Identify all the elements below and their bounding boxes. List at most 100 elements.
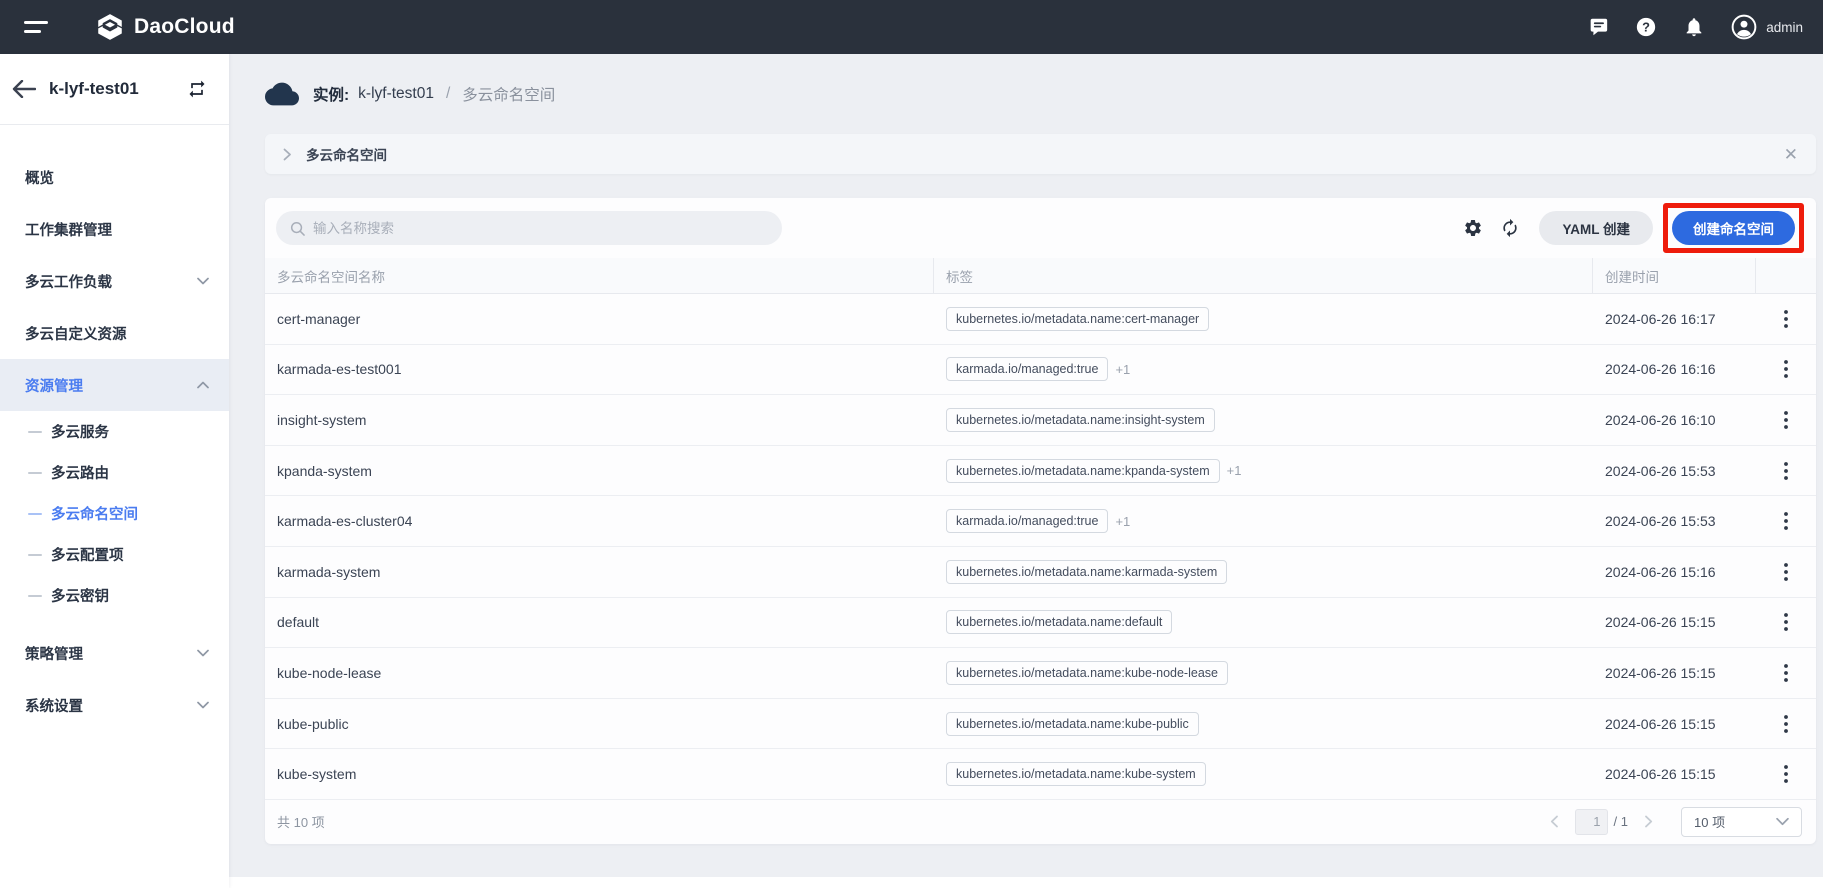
label-chip: kubernetes.io/metadata.name:kube-public — [946, 712, 1199, 736]
namespace-name: kube-system — [265, 766, 934, 782]
bottom-strip — [229, 877, 1823, 888]
label-more: +1 — [1227, 463, 1242, 478]
namespace-name: kpanda-system — [265, 463, 934, 479]
kebab-menu-icon[interactable] — [1778, 711, 1794, 737]
instance-name[interactable]: k-lyf-test01 — [358, 85, 434, 103]
dash-icon — [28, 595, 42, 597]
page-header: 实例: k-lyf-test01 / 多云命名空间 — [229, 54, 1823, 134]
column-actions — [1756, 258, 1816, 293]
tab-title[interactable]: 多云命名空间 — [306, 144, 387, 164]
bell-icon[interactable] — [1683, 16, 1705, 38]
table-row: kube-node-lease kubernetes.io/metadata.n… — [265, 648, 1816, 699]
namespace-name: karmada-es-cluster04 — [265, 513, 934, 529]
message-icon[interactable] — [1587, 16, 1609, 38]
sidebar-item-11[interactable]: 系统设置 — [0, 679, 229, 731]
chevron-left-icon[interactable] — [1544, 815, 1565, 828]
table-row: karmada-es-test001 karmada.io/managed:tr… — [265, 345, 1816, 396]
search-box — [276, 211, 782, 245]
toolbar: YAML 创建 创建命名空间 — [265, 198, 1816, 258]
kebab-menu-icon[interactable] — [1778, 761, 1794, 787]
page-size-value: 10 项 — [1694, 812, 1725, 831]
search-input[interactable] — [313, 221, 768, 236]
namespace-name: default — [265, 614, 934, 630]
sidebar-item-label: 概览 — [25, 167, 54, 188]
page-size-select[interactable]: 10 项 — [1681, 807, 1802, 837]
gear-icon[interactable] — [1462, 217, 1484, 239]
breadcrumb-separator: / — [446, 85, 450, 103]
kebab-menu-icon[interactable] — [1778, 356, 1794, 382]
content-card: YAML 创建 创建命名空间 多云命名空间名称 标签 创建时间 cert-man… — [265, 198, 1816, 844]
label-chip: karmada.io/managed:true — [946, 509, 1108, 533]
created-time: 2024-06-26 15:53 — [1593, 463, 1756, 479]
table-row: karmada-es-cluster04 karmada.io/managed:… — [265, 496, 1816, 547]
table-body: cert-manager kubernetes.io/metadata.name… — [265, 294, 1816, 800]
table-row: kube-public kubernetes.io/metadata.name:… — [265, 699, 1816, 750]
sidebar-item-label: 多云密钥 — [51, 585, 109, 606]
back-icon[interactable] — [12, 78, 38, 100]
breadcrumb-page: 多云命名空间 — [462, 83, 555, 105]
kebab-menu-icon[interactable] — [1778, 407, 1794, 433]
sidebar-item-label: 多云路由 — [51, 462, 109, 483]
sidebar-item-8[interactable]: 多云配置项 — [0, 534, 229, 575]
created-time: 2024-06-26 15:16 — [1593, 564, 1756, 580]
sidebar-item-10[interactable]: 策略管理 — [0, 627, 229, 679]
chevron-up-icon — [197, 381, 209, 389]
sidebar-item-3[interactable]: 多云自定义资源 — [0, 307, 229, 359]
chevron-right-icon[interactable] — [1638, 815, 1659, 828]
brand[interactable]: DaoCloud — [96, 13, 235, 41]
table-footer: 共 10 项 / 1 10 项 — [265, 800, 1816, 844]
pagination: / 1 10 项 — [1544, 807, 1802, 837]
sidebar-item-label: 多云服务 — [51, 421, 109, 442]
kebab-menu-icon[interactable] — [1778, 559, 1794, 585]
sidebar-item-9[interactable]: 多云密钥 — [0, 575, 229, 616]
chevron-down-icon — [1776, 817, 1789, 826]
create-namespace-button[interactable]: 创建命名空间 — [1672, 211, 1795, 245]
dash-icon — [28, 554, 42, 556]
close-icon[interactable]: ✕ — [1784, 146, 1798, 163]
table-row: kpanda-system kubernetes.io/metadata.nam… — [265, 446, 1816, 497]
chevron-down-icon — [197, 649, 209, 657]
sidebar-item-label: 多云配置项 — [51, 544, 124, 565]
sidebar-item-1[interactable]: 工作集群管理 — [0, 203, 229, 255]
help-icon[interactable]: ? — [1635, 16, 1657, 38]
page-number-input[interactable] — [1575, 809, 1608, 835]
created-time: 2024-06-26 15:15 — [1593, 716, 1756, 732]
sidebar-item-7[interactable]: 多云命名空间 — [0, 493, 229, 534]
namespace-name: kube-node-lease — [265, 665, 934, 681]
sidebar-item-5[interactable]: 多云服务 — [0, 411, 229, 452]
kebab-menu-icon[interactable] — [1778, 609, 1794, 635]
yaml-create-button[interactable]: YAML 创建 — [1539, 211, 1653, 245]
chevron-right-icon[interactable] — [283, 148, 292, 161]
label-chip: kubernetes.io/metadata.name:kube-system — [946, 762, 1206, 786]
sidebar-item-6[interactable]: 多云路由 — [0, 452, 229, 493]
label-more: +1 — [1115, 362, 1130, 377]
kebab-menu-icon[interactable] — [1778, 660, 1794, 686]
search-icon — [290, 221, 305, 236]
chevron-down-icon — [197, 701, 209, 709]
menu-icon[interactable] — [24, 17, 52, 37]
kebab-menu-icon[interactable] — [1778, 306, 1794, 332]
dash-icon — [28, 431, 42, 433]
username: admin — [1766, 20, 1803, 35]
switch-instance-icon[interactable] — [187, 79, 207, 99]
label-chip: kubernetes.io/metadata.name:insight-syst… — [946, 408, 1215, 432]
sidebar-item-0[interactable]: 概览 — [0, 151, 229, 203]
namespace-name: karmada-es-test001 — [265, 361, 934, 377]
tab-bar: 多云命名空间 ✕ — [265, 134, 1816, 174]
dash-icon — [28, 513, 42, 515]
kebab-menu-icon[interactable] — [1778, 458, 1794, 484]
sidebar-item-label: 多云自定义资源 — [25, 323, 127, 344]
table-row: cert-manager kubernetes.io/metadata.name… — [265, 294, 1816, 345]
brand-name: DaoCloud — [134, 15, 235, 39]
table-row: default kubernetes.io/metadata.name:defa… — [265, 598, 1816, 649]
sidebar-item-label: 多云命名空间 — [51, 503, 138, 524]
sidebar-item-label: 资源管理 — [25, 375, 83, 396]
sidebar-item-2[interactable]: 多云工作负载 — [0, 255, 229, 307]
refresh-icon[interactable] — [1499, 217, 1521, 239]
user-menu[interactable]: admin — [1731, 14, 1803, 40]
sidebar-item-4[interactable]: 资源管理 — [0, 359, 229, 411]
kebab-menu-icon[interactable] — [1778, 508, 1794, 534]
total-count: 共 10 项 — [277, 812, 325, 831]
created-time: 2024-06-26 15:15 — [1593, 766, 1756, 782]
column-created: 创建时间 — [1593, 258, 1756, 293]
